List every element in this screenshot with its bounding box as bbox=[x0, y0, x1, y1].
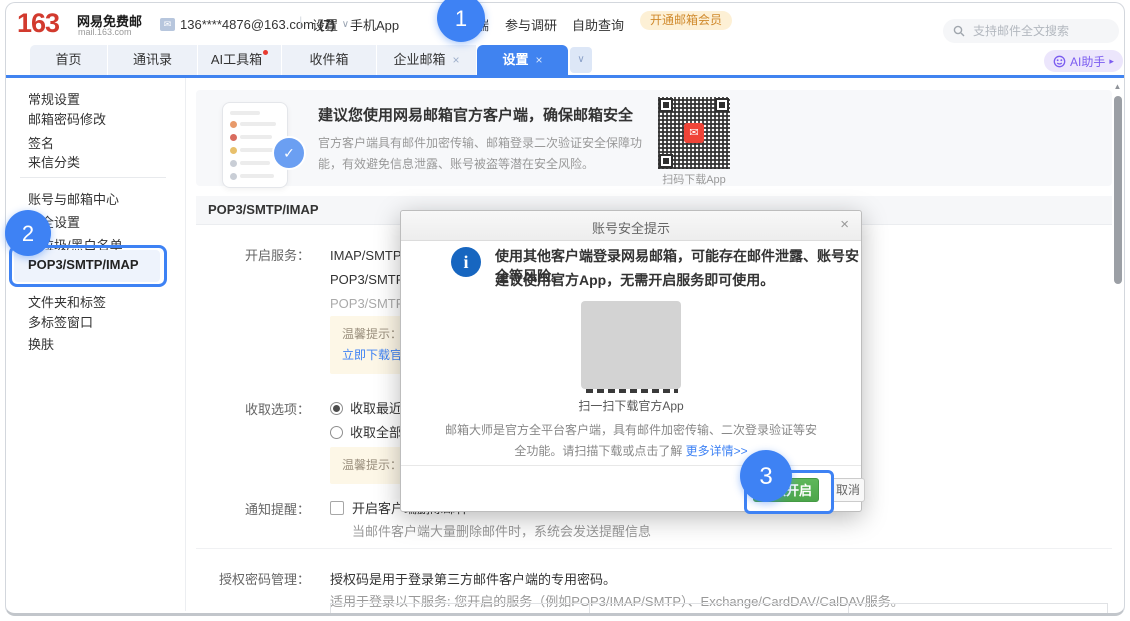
notify-note: 当邮件客户端大量删除邮件时，系统会发送提醒信息 bbox=[352, 521, 651, 540]
auth-line1: 授权码是用于登录第三方邮件客户端的专用密码。 bbox=[330, 569, 616, 588]
radio-selected-icon[interactable] bbox=[330, 402, 343, 415]
nav-survey[interactable]: 参与调研 bbox=[505, 15, 557, 34]
radio-unselected-icon[interactable] bbox=[330, 426, 343, 439]
dialog-footer-divider bbox=[401, 465, 861, 466]
section-divider bbox=[196, 548, 1112, 549]
tab-ai-toolbox-label: AI工具箱 bbox=[211, 52, 262, 67]
open-service-label: 开启服务： bbox=[180, 245, 310, 264]
step-2-marker: 2 bbox=[5, 210, 51, 256]
auth-table-border bbox=[330, 603, 331, 614]
fetch-options-label: 收取选项： bbox=[180, 399, 310, 418]
banner-title: 建议您使用网易邮箱官方客户端，确保邮箱安全 bbox=[318, 104, 633, 125]
banner-desc-line1: 官方客户端具有邮件加密传输、邮箱登录二次验证安全保障功 bbox=[318, 134, 642, 151]
mail-master-logo-icon: ✉ bbox=[684, 123, 704, 143]
dialog-desc-line1: 邮箱大师是官方全平台客户端，具有邮件加密传输、二次登录验证等安 bbox=[401, 421, 861, 438]
scroll-up-arrow[interactable]: ▲ bbox=[1112, 82, 1123, 94]
arrow-right-icon: ▸ bbox=[1109, 56, 1114, 67]
sidebar-item-incoming-sort[interactable]: 来信分类 bbox=[28, 152, 80, 171]
notify-label: 通知提醒： bbox=[180, 499, 310, 518]
auth-line2: 适用于登录以下服务: 您开启的服务（例如POP3/IMAP/SMTP）、Exch… bbox=[330, 591, 904, 610]
dialog-qr-caption: 扫一扫下载官方App bbox=[401, 397, 861, 414]
step-3-marker: 3 bbox=[740, 450, 792, 502]
nav-self-service[interactable]: 自助查询 bbox=[572, 15, 624, 34]
search-input[interactable] bbox=[971, 23, 1115, 39]
dialog-title-bar: 账号安全提示 × bbox=[401, 211, 861, 241]
close-icon[interactable]: × bbox=[453, 53, 460, 67]
sidebar-divider bbox=[20, 177, 166, 178]
tab-enterprise-label: 企业邮箱 bbox=[393, 52, 445, 67]
close-icon[interactable]: × bbox=[536, 53, 543, 67]
search-box[interactable] bbox=[943, 19, 1119, 43]
dialog-desc-line2-text: 全功能。请扫描下载或点击了解 bbox=[514, 444, 685, 458]
notification-dot-icon bbox=[263, 50, 268, 55]
tab-inbox[interactable]: 收件箱 bbox=[282, 45, 377, 75]
dialog-title: 账号安全提示 bbox=[401, 218, 861, 237]
auth-password-label: 授权密码管理： bbox=[180, 569, 310, 588]
tab-overflow-chevron[interactable]: ∨ bbox=[570, 47, 592, 73]
nav-mobile-app[interactable]: 手机App bbox=[350, 15, 399, 34]
tab-contacts[interactable]: 通讯录 bbox=[108, 45, 198, 75]
auth-table-border bbox=[848, 603, 849, 614]
member-badge[interactable]: 开通邮箱会员 bbox=[640, 11, 732, 30]
sidebar-item-general[interactable]: 常规设置 bbox=[28, 89, 80, 108]
auth-table-border bbox=[1107, 603, 1108, 614]
dialog-qr-placeholder bbox=[581, 301, 681, 389]
download-qr-code: ✉ bbox=[658, 97, 730, 169]
qr-caption: 扫码下载App bbox=[649, 171, 739, 187]
ai-assistant-button[interactable]: AI助手 ▸ bbox=[1044, 50, 1123, 72]
tab-enterprise-mail[interactable]: 企业邮箱 × bbox=[377, 45, 477, 75]
auth-table-border bbox=[589, 603, 590, 614]
sidebar-item-multitab[interactable]: 多标签窗口 bbox=[28, 312, 93, 331]
sidebar-item-folders-labels[interactable]: 文件夹和标签 bbox=[28, 292, 106, 311]
info-icon: i bbox=[451, 247, 481, 277]
tab-inbox-label: 收件箱 bbox=[309, 52, 348, 67]
nav-settings[interactable]: 设置 bbox=[312, 15, 338, 34]
screenshot-root: { "glyphs": { "caret_down": "∨", "pipe":… bbox=[0, 0, 1130, 621]
sidebar-item-signature[interactable]: 签名 bbox=[28, 133, 54, 152]
account-email: 136****4876@163.com bbox=[180, 17, 314, 32]
tab-settings[interactable]: 设置 × bbox=[477, 45, 568, 75]
section-title: POP3/SMTP/IMAP bbox=[208, 202, 319, 217]
sidebar-item-account-center[interactable]: 账号与邮箱中心 bbox=[28, 189, 119, 208]
step-1-marker: 1 bbox=[437, 0, 485, 42]
logo-domain: mail.163.com bbox=[78, 27, 132, 37]
ai-assistant-label: AI助手 bbox=[1070, 53, 1105, 70]
tab-home-label: 首页 bbox=[55, 52, 81, 67]
tab-contacts-label: 通讯录 bbox=[133, 52, 172, 67]
chevron-down-icon: ∨ bbox=[342, 19, 349, 30]
sidebar-item-skin[interactable]: 换肤 bbox=[28, 334, 54, 353]
shield-check-icon: ✓ bbox=[272, 136, 306, 170]
logo-163[interactable]: 163 bbox=[17, 8, 59, 39]
header-separator: | bbox=[299, 14, 302, 29]
dialog-desc-line2: 全功能。请扫描下载或点击了解 更多详情>> bbox=[401, 442, 861, 459]
checkbox-icon[interactable] bbox=[330, 501, 344, 515]
cancel-button[interactable]: 取消 bbox=[831, 478, 865, 502]
sidebar-item-password[interactable]: 邮箱密码修改 bbox=[28, 109, 106, 128]
tab-home[interactable]: 首页 bbox=[30, 45, 108, 75]
banner-desc-line2: 能，有效避免信息泄露、账号被盗等潜在安全风险。 bbox=[318, 155, 594, 172]
close-icon[interactable]: × bbox=[840, 216, 849, 233]
smiley-icon bbox=[1053, 55, 1066, 68]
security-warning-dialog: 账号安全提示 × i 使用其他客户端登录网易邮箱，可能存在邮件泄露、账号安全等风… bbox=[400, 210, 862, 512]
scrollbar-thumb[interactable] bbox=[1114, 96, 1122, 284]
tab-ai-toolbox[interactable]: AI工具箱 bbox=[198, 45, 282, 75]
auth-table-top-border bbox=[330, 603, 1108, 604]
search-icon bbox=[953, 25, 965, 37]
dialog-message-line2: 建议使用官方App，无需开启服务即可使用。 bbox=[495, 270, 774, 290]
tab-settings-label: 设置 bbox=[502, 52, 528, 67]
envelope-icon: ✉ bbox=[160, 18, 175, 31]
more-details-link[interactable]: 更多详情>> bbox=[686, 444, 748, 458]
